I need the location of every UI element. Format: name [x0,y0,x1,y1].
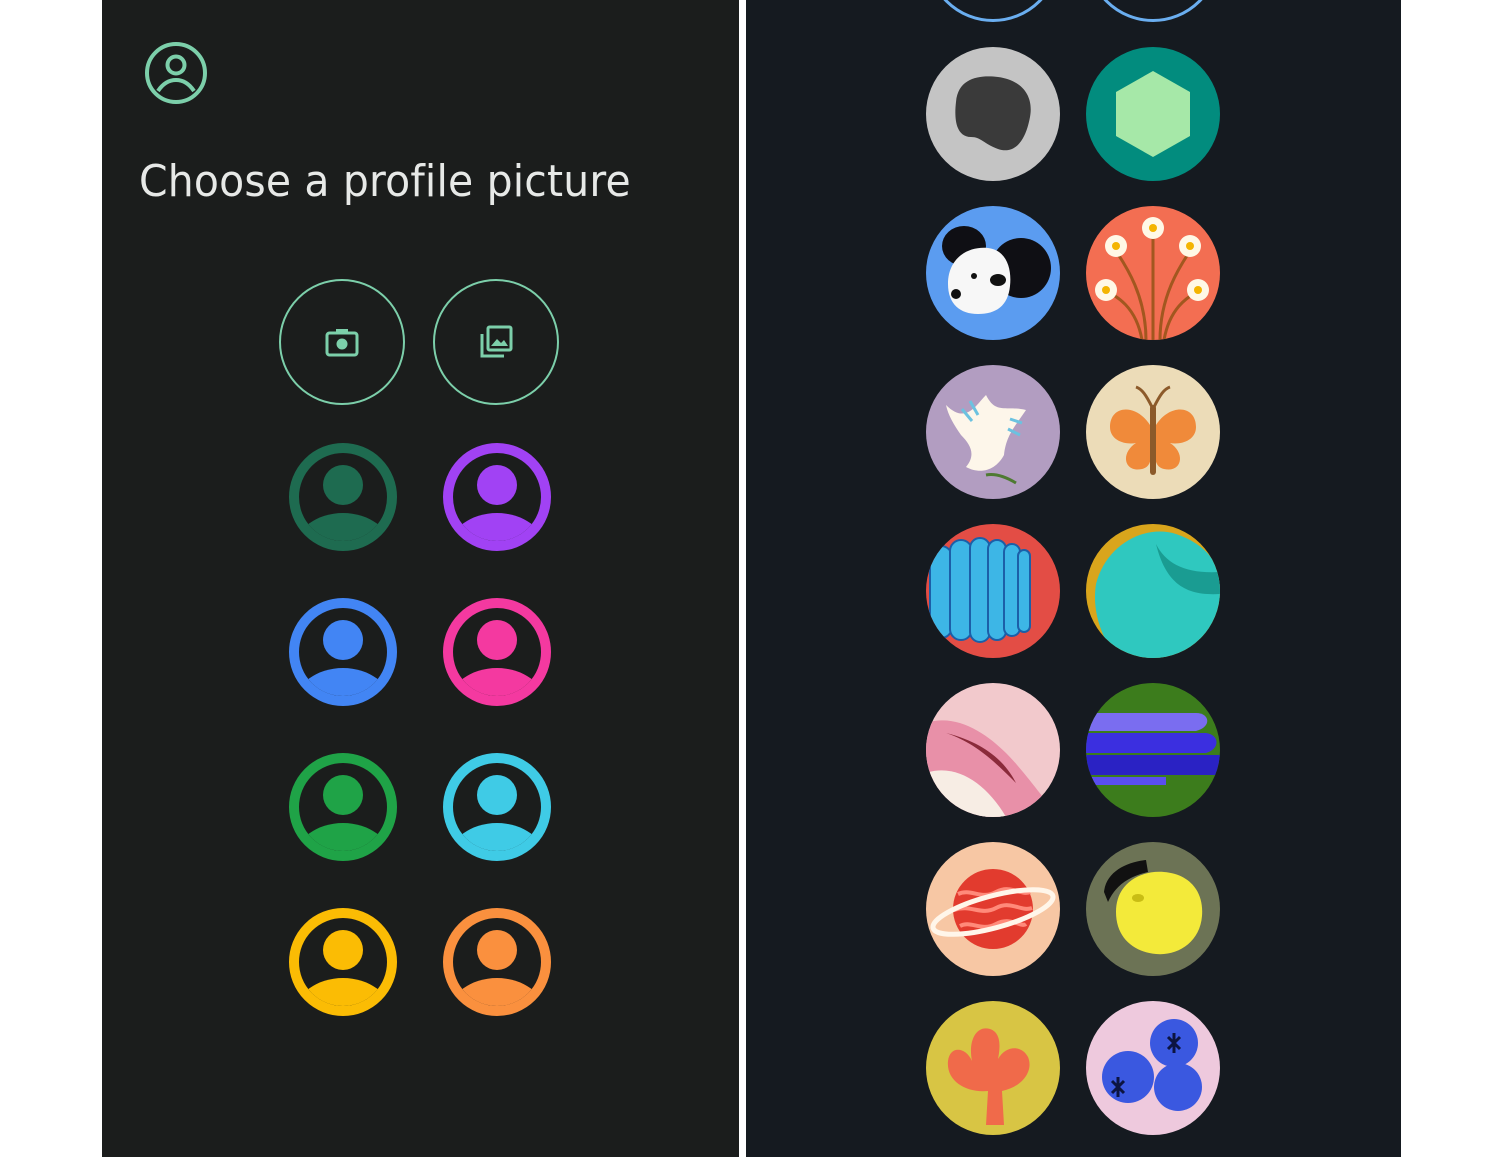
avatar-fan[interactable] [926,524,1060,658]
avatar-partial-top-right[interactable] [1086,0,1220,22]
avatar-dove[interactable] [926,365,1060,499]
avatar-yellow[interactable] [289,908,397,1016]
photo-library-icon [480,325,513,358]
avatar-hexagon[interactable] [1086,47,1220,181]
person-icon [289,443,397,551]
gray-blob-icon [926,47,1060,181]
avatar-dark-green[interactable] [289,443,397,551]
avatar-planet[interactable] [926,842,1060,976]
blueberries-icon [1086,1001,1220,1135]
avatar-dog[interactable] [926,206,1060,340]
person-icon [443,908,551,1016]
person-icon [443,598,551,706]
dog-icon [926,206,1060,340]
avatar-flowers[interactable] [1086,206,1220,340]
flowers-icon [1086,206,1220,340]
wave-icon [1086,524,1220,658]
butterfly-icon [1086,365,1220,499]
pink-folds-icon [926,683,1060,817]
avatar-butterfly[interactable] [1086,365,1220,499]
avatar-cyan[interactable] [443,753,551,861]
account-circle-icon [145,42,207,104]
fan-icon [926,524,1060,658]
illustrated-avatar-panel [746,0,1401,1157]
person-icon [443,753,551,861]
person-icon [289,598,397,706]
avatar-blueberries[interactable] [1086,1001,1220,1135]
avatar-green[interactable] [289,753,397,861]
avatar-wave[interactable] [1086,524,1220,658]
camera-icon [325,329,359,357]
avatar-blue-steps[interactable] [1086,683,1220,817]
page-title: Choose a profile picture [139,156,631,207]
avatar-pink-folds[interactable] [926,683,1060,817]
planet-icon [926,842,1060,976]
blue-steps-icon [1086,683,1220,817]
avatar-lemon[interactable] [1086,842,1220,976]
avatar-pink[interactable] [443,598,551,706]
avatar-picker-panel: Choose a profile picture [102,0,739,1157]
avatar-blue[interactable] [289,598,397,706]
choose-from-gallery-button[interactable] [433,279,559,405]
avatar-purple[interactable] [443,443,551,551]
coral-icon [926,1001,1060,1135]
person-icon [289,908,397,1016]
hexagon-icon [1086,47,1220,181]
lemon-icon [1086,842,1220,976]
person-icon [289,753,397,861]
person-icon [443,443,551,551]
avatar-coral[interactable] [926,1001,1060,1135]
avatar-orange[interactable] [443,908,551,1016]
dove-icon [926,365,1060,499]
take-photo-button[interactable] [279,279,405,405]
avatar-partial-top-left[interactable] [926,0,1060,22]
avatar-blob[interactable] [926,47,1060,181]
